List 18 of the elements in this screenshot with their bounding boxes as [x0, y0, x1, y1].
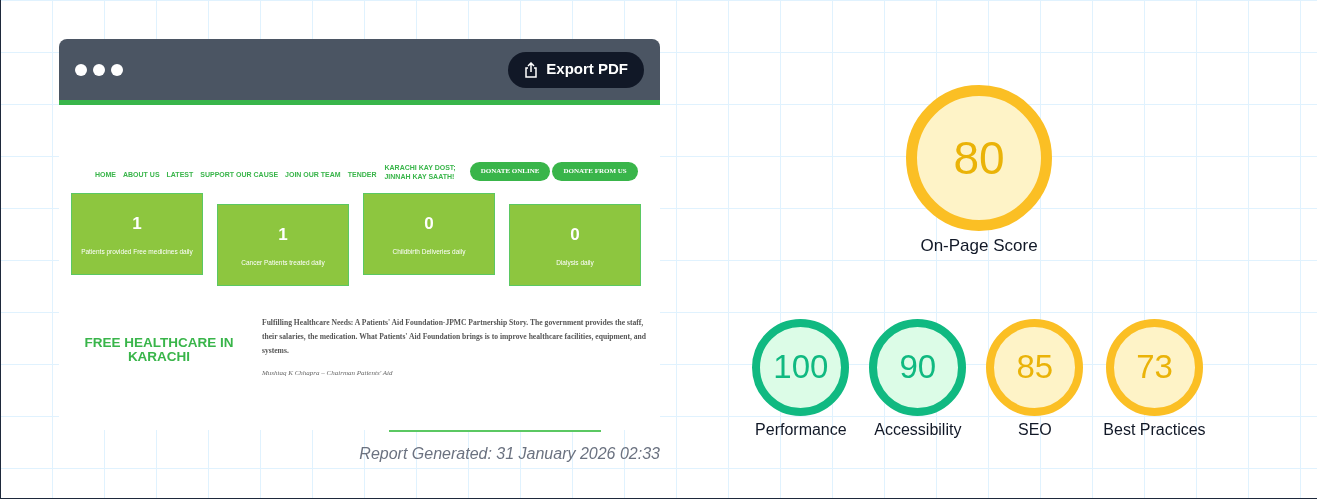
score-value: 80: [952, 130, 1006, 186]
export-pdf-button[interactable]: Export PDF: [508, 51, 644, 88]
score-value: 73: [1135, 347, 1174, 388]
score-value: 90: [898, 347, 938, 388]
stat-value: 1: [278, 224, 288, 246]
score-value: 100: [772, 347, 830, 388]
stat-value: 1: [132, 213, 142, 235]
report-generated-text: Report Generated: 31 January 2026 02:33: [358, 444, 660, 464]
share-icon: [524, 61, 539, 78]
section-heading: FREE HEALTHCARE IN KARACHI: [83, 336, 235, 364]
score-value: 85: [1015, 347, 1055, 388]
score-label: On-Page Score: [920, 235, 1038, 257]
score-label: SEO: [1017, 419, 1052, 440]
score-label: Accessibility: [874, 419, 962, 440]
score-label: Best Practices: [1103, 419, 1206, 440]
stat-value: 0: [424, 213, 434, 235]
stat-value: 0: [570, 224, 580, 246]
score-label: Performance: [755, 419, 847, 440]
